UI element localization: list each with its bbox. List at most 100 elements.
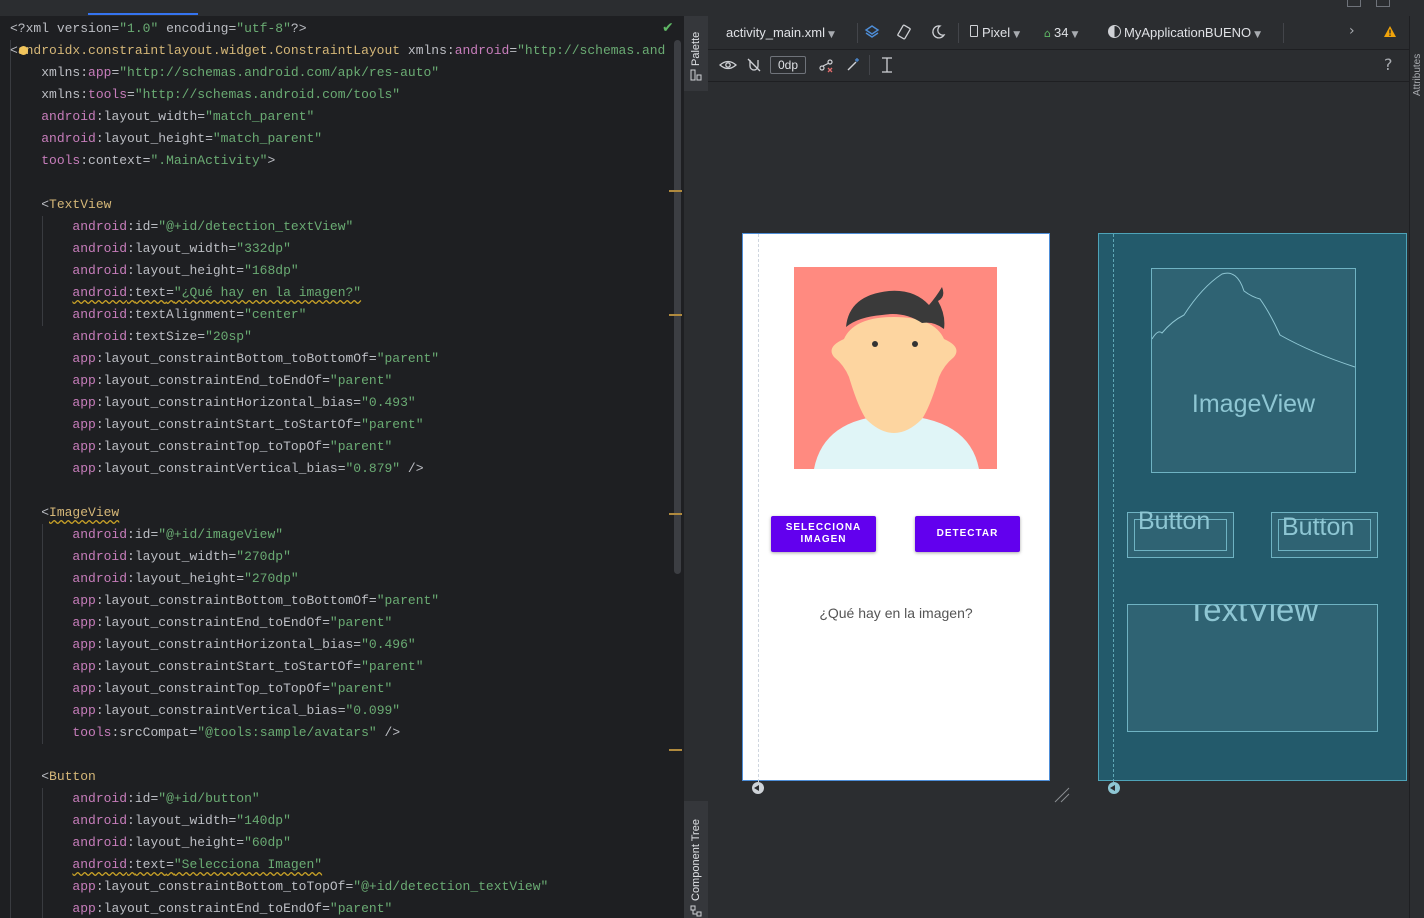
code-line[interactable]: app:layout_constraintEnd_toEndOf="parent… [10,370,665,392]
code-line[interactable]: android:text="¿Qué hay en la imagen?" [10,282,665,304]
code-token: : [95,681,104,696]
warning-marker[interactable] [669,190,682,192]
resize-handle-icon[interactable] [1053,786,1071,804]
blueprint-view[interactable]: ImageView Button Button TextView [1098,233,1407,782]
magnet-off-icon[interactable] [746,57,762,73]
constraint-handle-icon[interactable] [752,782,764,794]
window-control-icon[interactable] [1376,0,1390,7]
code-line[interactable]: app:layout_constraintTop_toTopOf="parent… [10,436,665,458]
blueprint-textview[interactable]: TextView [1127,604,1378,732]
code-line[interactable]: android:id="@+id/button" [10,788,665,810]
code-line[interactable]: app:layout_constraintEnd_toEndOf="parent… [10,898,665,918]
code-line[interactable]: android:layout_height="168dp" [10,260,665,282]
code-token: : [127,241,135,256]
code-line[interactable]: android:id="@+id/detection_textView" [10,216,665,238]
palette-tab[interactable]: Palette [684,16,708,91]
warning-marker[interactable] [669,314,682,316]
code-line[interactable]: android:textAlignment="center" [10,304,665,326]
code-line[interactable]: android:id="@+id/imageView" [10,524,665,546]
chevron-right-icon[interactable]: › [1349,23,1355,39]
layers-icon[interactable] [864,24,880,40]
code-line[interactable]: app:layout_constraintVertical_bias="0.09… [10,700,665,722]
window-control-icon[interactable] [1347,0,1361,7]
device-selector[interactable]: Pixel ▼ [970,25,1020,40]
warning-marker[interactable] [669,513,682,515]
eye-icon[interactable] [719,58,737,72]
code-line[interactable]: android:layout_width="270dp" [10,546,665,568]
editor-scrollbar[interactable] [674,40,681,574]
code-token: = [166,285,174,300]
blueprint-button-2[interactable]: Button [1271,512,1378,558]
code-line[interactable]: android:layout_width="332dp" [10,238,665,260]
code-line[interactable]: tools:srcCompat="@tools:sample/avatars" … [10,722,665,744]
code-editor[interactable]: <?xml version="1.0" encoding="utf-8"?> <a… [0,16,683,918]
code-line[interactable]: android:layout_width="140dp" [10,810,665,832]
attributes-strip: Attributes [1409,16,1424,918]
lightbulb-icon[interactable] [19,46,28,55]
align-icon[interactable] [879,57,895,73]
rotate-device-icon[interactable] [895,24,913,40]
code-line[interactable] [10,744,665,766]
code-line[interactable]: app:layout_constraintHorizontal_bias="0.… [10,392,665,414]
clear-constraints-icon[interactable] [818,57,834,73]
code-token: : [127,857,135,872]
imageview-label: ImageView [1191,390,1316,418]
code-token: layout_constraintTop_toTopOf [103,439,323,454]
code-line[interactable]: android:layout_height="match_parent" [10,128,665,150]
blueprint-button-1[interactable]: Button [1127,507,1234,558]
code-token: "parent" [329,439,393,454]
help-icon[interactable]: ? [1384,55,1393,74]
component-tree-tab[interactable]: Component Tree [684,801,708,918]
code-token: "http://schemas.android.com/apk/res-auto… [119,65,440,80]
code-line[interactable]: <androidx.constraintlayout.widget.Constr… [10,40,665,62]
detect-button[interactable]: DETECTAR [915,516,1020,552]
code-line[interactable]: tools:context=".MainActivity"> [10,150,665,172]
code-line[interactable]: app:layout_constraintBottom_toBottomOf="… [10,348,665,370]
attributes-tab[interactable]: Attributes [1412,54,1423,96]
code-line[interactable] [10,172,665,194]
code-line[interactable]: app:layout_constraintEnd_toEndOf="parent… [10,612,665,634]
code-line[interactable]: <?xml version="1.0" encoding="utf-8"?> [10,18,665,40]
api-level-selector[interactable]: ⌂ 34 ▼ [1044,25,1078,40]
code-line[interactable]: app:layout_constraintTop_toTopOf="parent… [10,678,665,700]
code-line[interactable]: xmlns:app="http://schemas.android.com/ap… [10,62,665,84]
code-line[interactable]: xmlns:tools="http://schemas.android.com/… [10,84,665,106]
code-line[interactable]: app:layout_constraintStart_toStartOf="pa… [10,414,665,436]
code-line[interactable]: app:layout_constraintVertical_bias="0.87… [10,458,665,480]
code-line[interactable]: android:layout_height="60dp" [10,832,665,854]
code-line[interactable]: android:layout_width="match_parent" [10,106,665,128]
theme-selector[interactable]: MyApplicationBUENO ▼ [1108,25,1261,40]
code-line[interactable]: <TextView [10,194,665,216]
code-line[interactable] [10,480,665,502]
select-image-button[interactable]: SELECCIONA IMAGEN [771,516,876,552]
code-line[interactable]: android:text="Selecciona Imagen" [10,854,665,876]
code-line[interactable]: app:layout_constraintBottom_toBottomOf="… [10,590,665,612]
code-line[interactable]: app:layout_constraintBottom_toTopOf="@+i… [10,876,665,898]
code-token: androidx.constraintlayout.widget.Constra… [17,43,401,58]
code-token: layout_width [103,109,198,124]
code-token: < [10,43,18,58]
code-token: app [72,615,96,630]
file-selector[interactable]: activity_main.xml ▼ [726,25,835,40]
default-margin-field[interactable]: 0dp [770,56,806,74]
code-line[interactable]: <Button [10,766,665,788]
magic-wand-icon[interactable] [845,57,861,73]
code-line[interactable]: android:textSize="20sp" [10,326,665,348]
detection-textview[interactable]: ¿Qué hay en la imagen? [743,605,1049,621]
xml-code[interactable]: <?xml version="1.0" encoding="utf-8"?> <a… [10,18,665,918]
warning-icon[interactable] [1383,25,1397,38]
night-mode-icon[interactable] [930,24,946,40]
blueprint-imageview[interactable]: ImageView [1151,268,1356,473]
device-preview[interactable]: SELECCIONA IMAGEN DETECTAR ¿Qué hay en l… [742,233,1050,782]
code-line[interactable]: <ImageView [10,502,665,524]
constraint-handle-icon[interactable] [1108,782,1120,794]
code-token: = [353,395,362,410]
code-line[interactable]: android:layout_height="270dp" [10,568,665,590]
code-line[interactable]: app:layout_constraintHorizontal_bias="0.… [10,634,665,656]
code-line[interactable]: app:layout_constraintStart_toStartOf="pa… [10,656,665,678]
avatar-image[interactable] [794,267,997,469]
warning-marker[interactable] [669,749,682,751]
